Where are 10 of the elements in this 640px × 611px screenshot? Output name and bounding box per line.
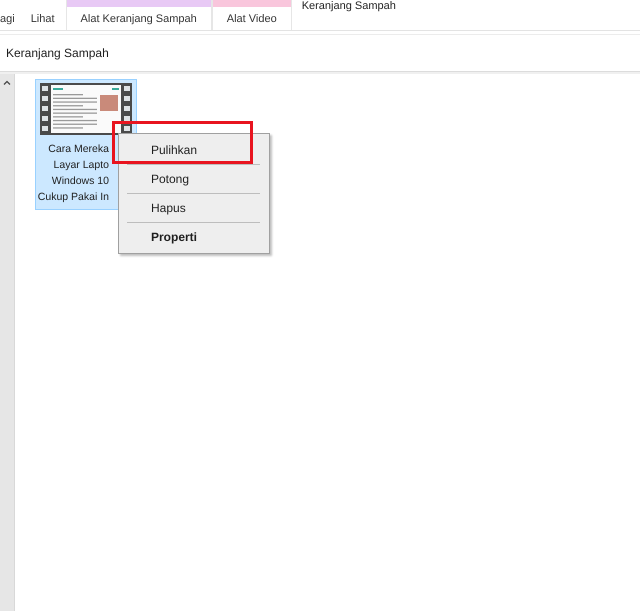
scrollbar[interactable] [0, 74, 15, 611]
ribbon-tab[interactable]: Alat Video [212, 7, 291, 30]
ribbon-tab[interactable]: agi [0, 7, 31, 30]
window-title: Keranjang Sampah [302, 0, 396, 12]
address-field[interactable]: Keranjang Sampah [0, 46, 115, 60]
file-name: Cara Mereka Layar Lapto Windows 10 Cukup Pakai In [38, 142, 109, 205]
scroll-up-icon[interactable] [3, 80, 11, 85]
ribbon-tab[interactable]: Lihat [30, 7, 66, 30]
menu-item[interactable]: Properti [119, 223, 269, 251]
ribbon-tab[interactable]: Alat Keranjang Sampah [66, 7, 211, 30]
